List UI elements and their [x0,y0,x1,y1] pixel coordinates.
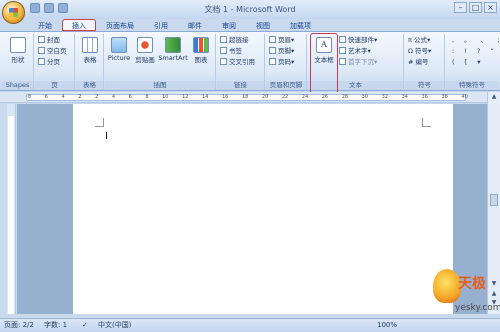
watermark-site: yesky.com [455,303,500,313]
close-button[interactable]: × [484,2,497,13]
page-number-icon [269,58,276,65]
chart-icon [193,37,209,53]
equation-button[interactable]: π 公式▾ [408,35,430,45]
group-label: 页眉和页脚 [266,81,306,90]
spell-check-icon[interactable]: ✓ [82,319,88,332]
margin-corner-left [95,118,104,127]
ribbon: 形状 Shapes 封面 空白页 分页 页 表格 表格 Picture 剪贴画 … [0,31,500,95]
zoom-level[interactable]: 100% [377,319,397,332]
group-header-footer: 页眉▾ 页脚▾ 页码▾ 页眉和页脚 [266,34,307,90]
cross-reference-icon [220,58,227,65]
numbering-button[interactable]: # 编号 [408,57,429,67]
picture-button[interactable]: Picture [106,35,132,62]
title-bar: 文档 1 - Microsoft Word – □ × [0,0,500,19]
group-label: 表格 [76,81,103,90]
tab-page-layout[interactable]: 页面布局 [96,19,144,31]
group-pages: 封面 空白页 分页 页 [35,34,75,90]
page-break-button[interactable]: 分页 [38,57,60,67]
yesky-watermark: 天极 yesky.com [431,269,500,321]
clipart-icon [137,37,153,53]
minimize-button[interactable]: – [454,2,467,13]
shapes-icon [10,37,26,53]
vertical-ruler-bar [8,116,14,314]
watermark-brand: 天极 [458,276,486,292]
cover-page-icon [38,36,45,43]
picture-icon [111,37,127,53]
scroll-thumb[interactable] [490,194,498,206]
group-label: 页 [35,81,74,90]
drop-cap-button[interactable]: 首字下沉▾ [339,57,377,67]
group-shapes: 形状 Shapes [2,34,34,90]
footer-icon [269,47,276,54]
tab-view[interactable]: 视图 [246,19,280,31]
textbox-highlight [310,33,338,95]
quick-parts-icon [339,36,346,43]
document-page[interactable] [73,104,453,314]
scroll-up-icon[interactable]: ▲ [489,93,499,101]
special-symbols-row-3[interactable]: ( [ ▾ [452,57,484,67]
group-special-symbols: , 。 、 ; : ! ? “ ( [ ▾ 特殊符号 [446,34,500,90]
ruler-numbers: 8 6 4 2 2 4 6 8 10 12 14 16 18 20 22 24 26 28 30 32 34 36 38 40 [28,94,468,100]
group-symbols: π 公式▾ Ω 符号▾ # 编号 符号 [405,34,445,90]
page-break-icon [38,58,45,65]
clipart-button[interactable]: 剪贴画 [134,35,156,64]
header-icon [269,36,276,43]
group-label: 特殊符号 [446,81,498,90]
blank-page-icon [38,47,45,54]
language-indicator[interactable]: 中文(中国) [98,319,131,332]
margin-corner-right [422,118,431,127]
tab-review[interactable]: 审阅 [212,19,246,31]
document-workspace [17,104,487,314]
cover-page-button[interactable]: 封面 [38,35,60,45]
group-label: Shapes [2,81,33,90]
smartart-icon [165,37,181,53]
maximize-button[interactable]: □ [469,2,482,13]
group-links: 超链接 书签 交叉引用 链接 [217,34,265,90]
hyperlink-icon [220,36,227,43]
tab-references[interactable]: 引用 [144,19,178,31]
special-symbols-row-1[interactable]: , 。 、 ; [452,35,500,45]
chart-button[interactable]: 图表 [190,35,212,64]
group-label: 链接 [217,81,264,90]
horizontal-ruler: 8 6 4 2 2 4 6 8 10 12 14 16 18 20 22 24 26 28 30 32 34 36 38 40 [0,92,500,103]
window-title: 文档 1 - Microsoft Word [204,5,296,14]
drop-cap-icon [339,58,346,65]
ribbon-tabs: 开始 插入 页面布局 引用 邮件 审阅 视图 加载项 [28,19,321,31]
page-number-button[interactable]: 页码▾ [269,57,294,67]
symbol-button[interactable]: Ω 符号▾ [408,46,431,56]
table-icon [82,37,98,53]
wordart-icon [339,47,346,54]
status-bar: 页面: 2/2 字数: 1 ✓ 中文(中国) 100% [0,318,500,332]
cross-reference-button[interactable]: 交叉引用 [220,57,255,67]
tab-insert[interactable]: 插入 [62,19,96,31]
shapes-button[interactable]: 形状 [5,35,31,64]
page-count[interactable]: 页面: 2/2 [4,319,34,332]
bookmark-button[interactable]: 书签 [220,46,242,56]
tab-mailings[interactable]: 邮件 [178,19,212,31]
bookmark-icon [220,47,227,54]
smartart-button[interactable]: SmartArt [158,35,188,62]
special-symbols-row-2[interactable]: : ! ? “ [452,46,498,56]
wordart-button[interactable]: 艺术字▾ [339,46,371,56]
vertical-ruler [7,104,16,314]
text-cursor [106,132,107,139]
group-label: 符号 [405,81,444,90]
footer-button[interactable]: 页脚▾ [269,46,294,56]
tab-addins[interactable]: 加载项 [280,19,321,31]
office-logo-icon [9,8,18,17]
blank-page-button[interactable]: 空白页 [38,46,67,56]
table-button[interactable]: 表格 [78,35,102,64]
hyperlink-button[interactable]: 超链接 [220,35,249,45]
tab-home[interactable]: 开始 [28,19,62,31]
window-controls: – □ × [454,2,497,13]
group-illustrations: Picture 剪贴画 SmartArt 图表 插图 [105,34,216,90]
header-button[interactable]: 页眉▾ [269,35,294,45]
office-button[interactable] [2,1,25,24]
group-label: 插图 [105,81,215,90]
word-count[interactable]: 字数: 1 [44,319,67,332]
group-table: 表格 表格 [76,34,104,90]
yesky-logo-icon [433,269,461,303]
quick-parts-button[interactable]: 快速部件▾ [339,35,377,45]
